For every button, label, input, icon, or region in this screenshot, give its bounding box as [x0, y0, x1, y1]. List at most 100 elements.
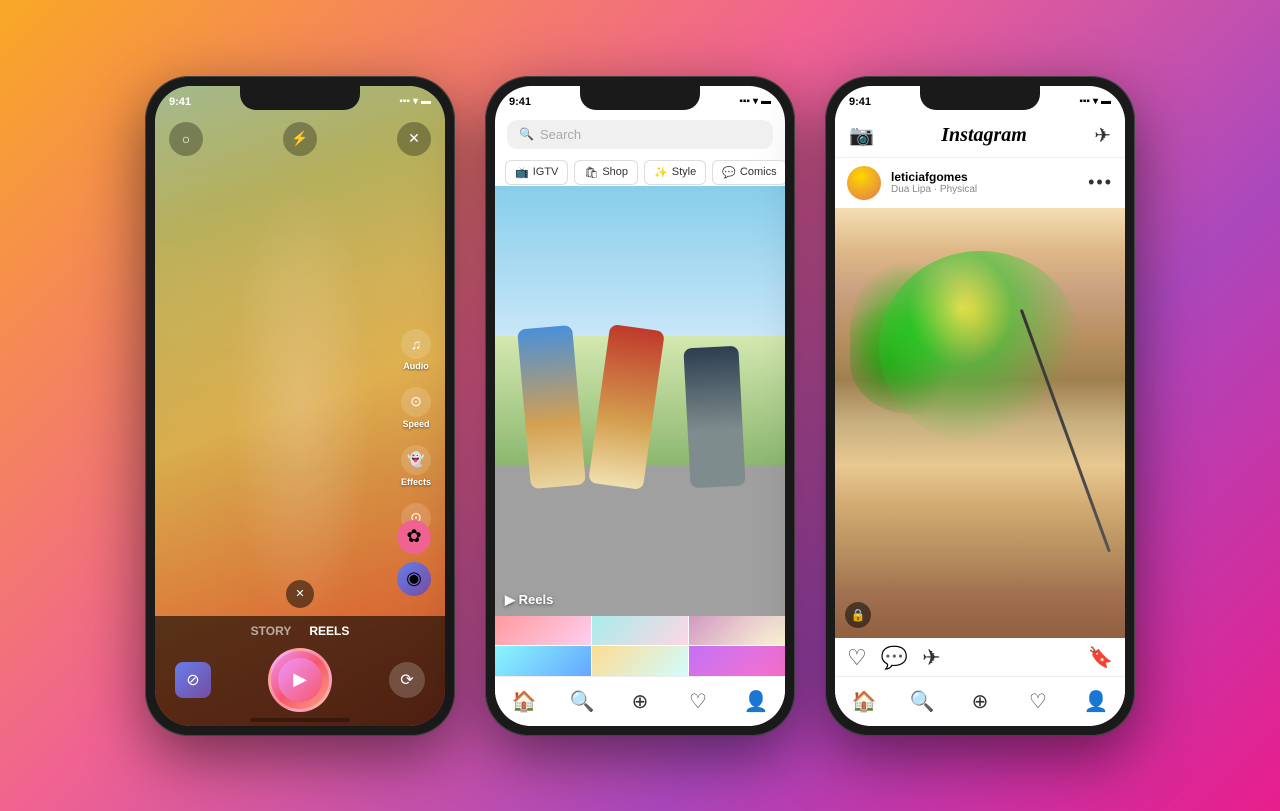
effects-icon: 👻 — [401, 445, 431, 475]
reels-video-area[interactable]: ▶ Reels — [495, 186, 785, 616]
signal-icon: ▪▪▪ — [399, 96, 410, 107]
thumbnail-grid — [495, 616, 785, 676]
nav-heart-2[interactable]: ♡ — [685, 688, 711, 714]
camera-extra-btns: ✿ ◉ — [397, 520, 431, 596]
search-placeholder-text: Search — [540, 127, 581, 142]
post-username[interactable]: leticiafgomes — [891, 170, 1078, 184]
shop-tab[interactable]: 🛍 Shop — [574, 160, 638, 185]
post-more-btn[interactable]: ••• — [1088, 172, 1113, 193]
eye-highlight — [879, 251, 1082, 445]
bottom-nav-3: 🏠 🔍 ⊕ ♡ 👤 — [835, 676, 1125, 726]
flip-icon: ⟳ — [400, 670, 413, 690]
record-btn-inner: ▶ — [278, 658, 322, 702]
instagram-logo: Instagram — [941, 124, 1027, 147]
audio-icon: ♫ — [401, 329, 431, 359]
comics-icon: 💬 — [722, 166, 736, 179]
nav-home-3[interactable]: 🏠 — [851, 688, 877, 714]
category-tabs: 📺 IGTV 🛍 Shop ✨ Style 💬 Comics 🎬 TV & Mo… — [495, 160, 785, 185]
style-label: Style — [672, 166, 696, 178]
share-btn[interactable]: ✈ — [922, 645, 940, 671]
wifi-icon-2: ▾ — [753, 96, 758, 107]
search-icon: 🔍 — [519, 127, 534, 141]
camera-ring-light-btn[interactable]: ○ — [169, 122, 203, 156]
effects-label: Effects — [401, 477, 431, 487]
speed-label: Speed — [402, 419, 429, 429]
post-image: 🔒 — [835, 208, 1125, 638]
speed-control[interactable]: ⊙ Speed — [401, 387, 431, 429]
comment-btn[interactable]: 💬 — [881, 645, 908, 671]
status-icons-2: ▪▪▪ ▾ ▬ — [739, 96, 771, 107]
post-avatar[interactable] — [847, 166, 881, 200]
status-time-3: 9:41 — [849, 96, 871, 108]
search-box[interactable]: 🔍 Search — [507, 120, 773, 149]
gallery-btn[interactable]: ⊘ — [175, 662, 211, 698]
instagram-header: 📷 Instagram ✈ — [835, 114, 1125, 158]
save-btn[interactable]: 🔖 — [1088, 645, 1113, 670]
signal-icon-2: ▪▪▪ — [739, 96, 750, 107]
style-tab[interactable]: ✨ Style — [644, 160, 706, 185]
nav-home-2[interactable]: 🏠 — [511, 688, 537, 714]
eye-makeup-image — [835, 208, 1125, 638]
camera-header-icon[interactable]: 📷 — [849, 123, 874, 148]
nav-search-2[interactable]: 🔍 — [569, 688, 595, 714]
like-btn[interactable]: ♡ — [847, 645, 867, 671]
scene-sky — [495, 186, 785, 337]
post-subtitle: Dua Lipa · Physical — [891, 184, 1078, 195]
avatar-image — [847, 166, 881, 200]
shop-label: Shop — [602, 166, 628, 178]
phone-2-search: 9:41 ▪▪▪ ▾ ▬ 🔍 Search 📺 IGTV 🛍 Shop — [485, 76, 795, 736]
audio-label: Audio — [403, 361, 429, 371]
igtv-tab[interactable]: 📺 IGTV — [505, 160, 568, 185]
battery-icon-3: ▬ — [1101, 96, 1111, 107]
style-icon: ✨ — [654, 166, 668, 179]
shop-icon: 🛍 — [584, 166, 598, 179]
nav-search-3[interactable]: 🔍 — [909, 688, 935, 714]
igtv-label: IGTV — [533, 166, 559, 178]
nav-profile-2[interactable]: 👤 — [743, 688, 769, 714]
effect-btn-2[interactable]: ◉ — [397, 562, 431, 596]
nav-profile-3[interactable]: 👤 — [1083, 688, 1109, 714]
audio-control[interactable]: ♫ Audio — [401, 329, 431, 371]
reels-mode-tab[interactable]: REELS — [309, 624, 349, 638]
thumb-6[interactable] — [689, 646, 785, 676]
search-bar-area: 🔍 Search — [495, 114, 785, 155]
effects-control[interactable]: 👻 Effects — [401, 445, 431, 487]
flip-camera-btn[interactable]: ⟳ — [389, 662, 425, 698]
nav-add-2[interactable]: ⊕ — [627, 688, 653, 714]
battery-icon-2: ▬ — [761, 96, 771, 107]
thumb-2[interactable] — [592, 616, 688, 646]
post-header: leticiafgomes Dua Lipa · Physical ••• — [835, 158, 1125, 208]
story-mode-tab[interactable]: STORY — [251, 624, 292, 638]
lock-icon: 🔒 — [851, 608, 866, 622]
status-icons-3: ▪▪▪ ▾ ▬ — [1079, 96, 1111, 107]
reels-label-text: ▶ Reels — [505, 592, 553, 608]
signal-icon-3: ▪▪▪ — [1079, 96, 1090, 107]
gallery-icon: ⊘ — [186, 670, 199, 690]
comics-tab[interactable]: 💬 Comics — [712, 160, 785, 185]
post-user-info: leticiafgomes Dua Lipa · Physical — [891, 170, 1078, 195]
thumb-1[interactable] — [495, 616, 591, 646]
record-btn[interactable]: ▶ — [268, 648, 332, 712]
status-icons-1: ▪▪▪ ▾ ▬ — [399, 96, 431, 107]
phone-3-feed: 9:41 ▪▪▪ ▾ ▬ 📷 Instagram ✈ leticiafgomes… — [825, 76, 1135, 736]
nav-add-3[interactable]: ⊕ — [967, 688, 993, 714]
camera-close-btn[interactable]: ✕ — [397, 122, 431, 156]
camera-mode-selector: STORY REELS — [251, 624, 350, 638]
status-time-2: 9:41 — [509, 96, 531, 108]
nav-heart-3[interactable]: ♡ — [1025, 688, 1051, 714]
thumb-4[interactable] — [495, 646, 591, 676]
camera-flash-btn[interactable]: ⚡ — [283, 122, 317, 156]
send-icon[interactable]: ✈ — [1094, 123, 1111, 148]
wifi-icon: ▾ — [413, 96, 418, 107]
wifi-icon-3: ▾ — [1093, 96, 1098, 107]
thumb-5[interactable] — [592, 646, 688, 676]
post-actions: ♡ 💬 ✈ 🔖 — [835, 638, 1125, 678]
effect-btn-1[interactable]: ✿ — [397, 520, 431, 554]
thumb-3[interactable] — [689, 616, 785, 646]
comics-label: Comics — [740, 166, 777, 178]
reels-image — [495, 186, 785, 616]
phone-1-camera: 9:41 ▪▪▪ ▾ ▬ ○ ⚡ ✕ ♫ Audio ⊙ Speed 👻 — [145, 76, 455, 736]
notch-1 — [240, 86, 360, 110]
cancel-clip-btn[interactable]: ✕ — [286, 580, 314, 608]
igtv-icon: 📺 — [515, 166, 529, 179]
